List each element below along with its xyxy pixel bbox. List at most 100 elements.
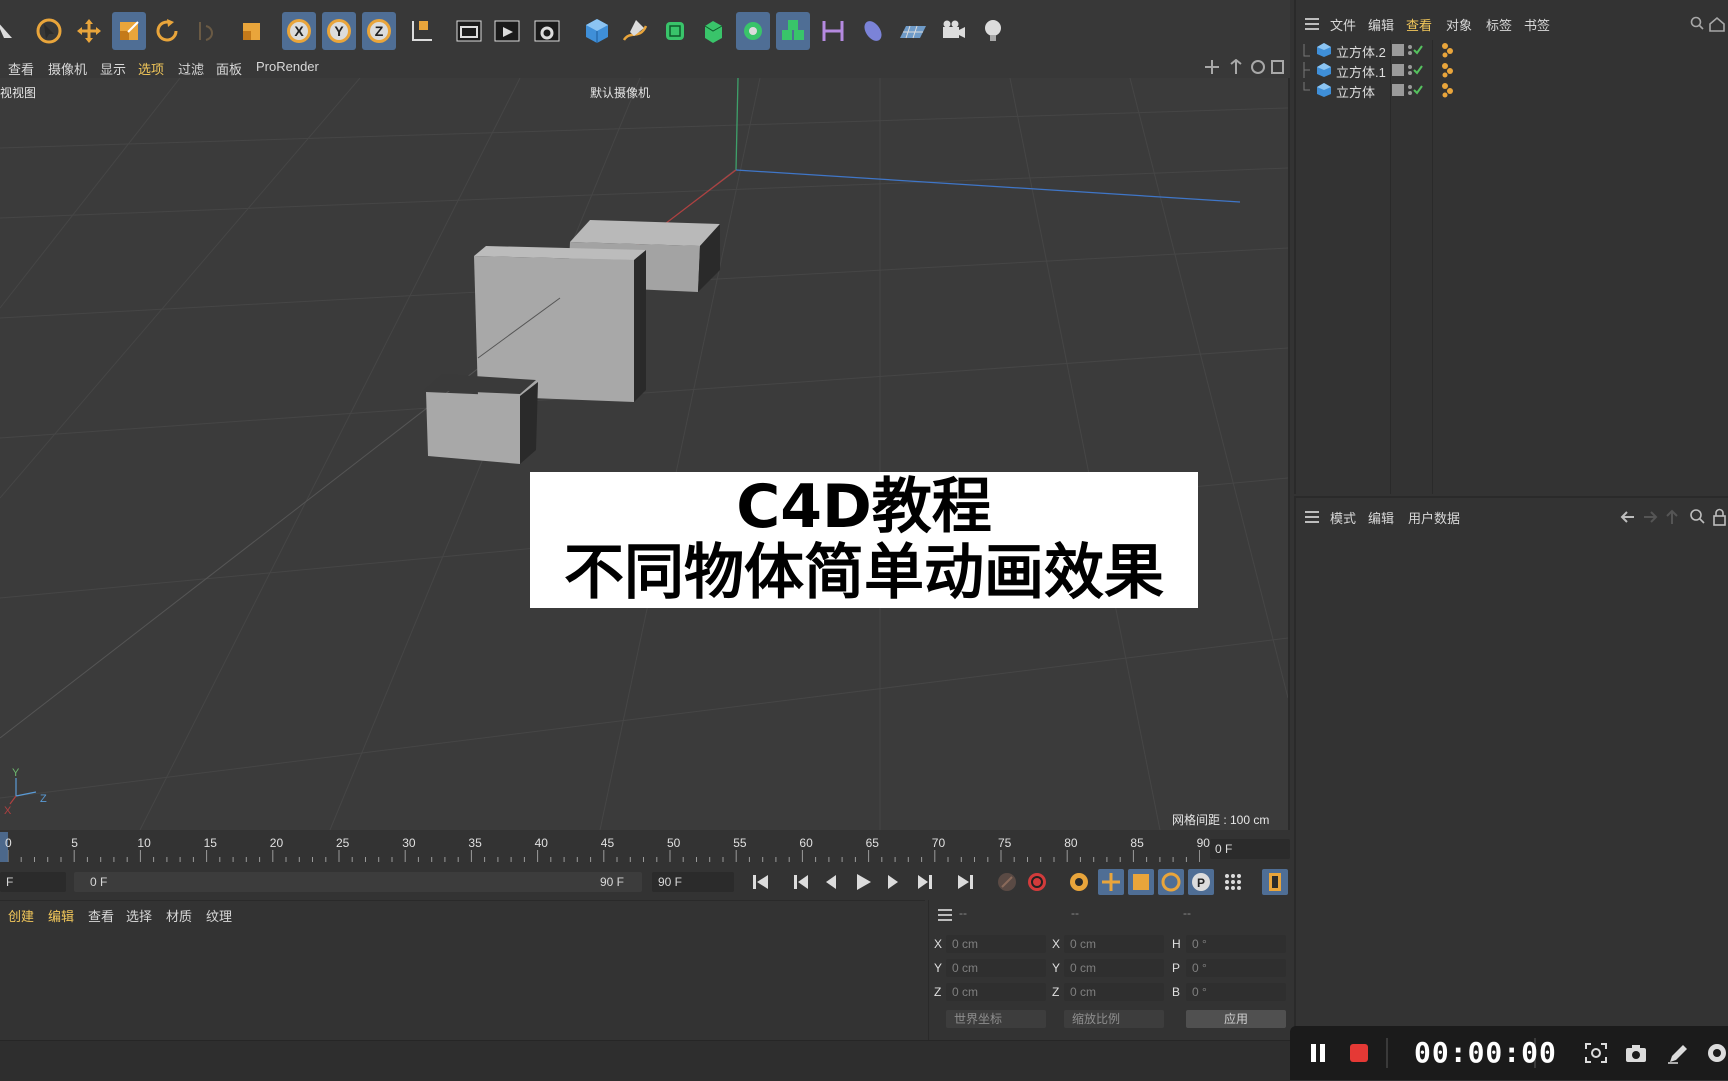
world-coordinates-select[interactable]: 世界坐标 bbox=[946, 1010, 1046, 1028]
material-menu-view[interactable]: 查看 bbox=[88, 906, 114, 925]
viewport-menu-filter[interactable]: 过滤 bbox=[178, 59, 204, 78]
visibility-toggles-icon[interactable] bbox=[1392, 42, 1442, 58]
hamburger-menu-icon[interactable] bbox=[1304, 510, 1320, 524]
tag-icon[interactable] bbox=[1440, 42, 1456, 58]
viewport-menu-camera[interactable]: 摄像机 bbox=[48, 59, 87, 78]
stop-record-icon[interactable] bbox=[1348, 1042, 1370, 1064]
material-menu-material[interactable]: 材质 bbox=[166, 906, 192, 925]
viewport-menu-view[interactable]: 查看 bbox=[8, 59, 34, 78]
viewport-nav-icons[interactable] bbox=[1204, 59, 1284, 75]
rotation-b-field[interactable]: 0 ° bbox=[1186, 983, 1286, 1001]
y-axis-lock-icon[interactable]: Y bbox=[322, 12, 356, 50]
pause-icon[interactable] bbox=[1308, 1042, 1328, 1064]
perspective-viewport[interactable]: Y Z X bbox=[0, 78, 1290, 830]
go-to-start-icon[interactable] bbox=[748, 869, 774, 895]
material-menu-edit[interactable]: 编辑 bbox=[48, 906, 74, 925]
key-scale-icon[interactable] bbox=[1128, 869, 1154, 895]
prev-frame-icon[interactable] bbox=[818, 869, 844, 895]
hamburger-menu-icon[interactable] bbox=[1304, 17, 1320, 31]
disabled-tool-icon[interactable] bbox=[190, 12, 224, 50]
timeline-ruler[interactable]: 0 5 10 15 20 25 30 35 40 45 50 55 60 65 70 75 80 85 90 bbox=[0, 830, 1290, 866]
rotate-icon[interactable] bbox=[150, 12, 184, 50]
size-z-field[interactable]: 0 cm bbox=[1064, 983, 1164, 1001]
draw-pen-icon[interactable] bbox=[1666, 1042, 1690, 1064]
visibility-toggles-icon[interactable] bbox=[1392, 62, 1442, 78]
next-key-icon[interactable] bbox=[912, 869, 938, 895]
object-row-cube-2[interactable]: 立方体.2 bbox=[1300, 40, 1720, 60]
material-menu-select[interactable]: 选择 bbox=[126, 906, 152, 925]
objmgr-menu-file[interactable]: 文件 bbox=[1330, 15, 1356, 34]
size-y-field[interactable]: 0 cm bbox=[1064, 959, 1164, 977]
object-row-cube-1[interactable]: 立方体.1 bbox=[1300, 60, 1720, 80]
end-frame-field[interactable]: 90 F bbox=[652, 872, 734, 892]
viewport-menu-display[interactable]: 显示 bbox=[100, 59, 126, 78]
current-frame-field[interactable]: 0 F bbox=[1210, 839, 1290, 859]
position-x-field[interactable]: 0 cm bbox=[946, 935, 1046, 953]
scale-mode-select[interactable]: 缩放比例 bbox=[1064, 1010, 1164, 1028]
attrmgr-menu-userdata[interactable]: 用户数据 bbox=[1408, 508, 1460, 527]
rotation-p-field[interactable]: 0 ° bbox=[1186, 959, 1286, 977]
object-name[interactable]: 立方体 bbox=[1336, 82, 1375, 101]
object-name[interactable]: 立方体.1 bbox=[1336, 62, 1386, 81]
key-rotation-icon[interactable] bbox=[1158, 869, 1184, 895]
size-x-field[interactable]: 0 cm bbox=[1064, 935, 1164, 953]
camera-icon[interactable] bbox=[936, 12, 970, 50]
subdivision-icon[interactable] bbox=[658, 12, 692, 50]
field-icon[interactable] bbox=[856, 12, 890, 50]
attrmgr-menu-edit[interactable]: 编辑 bbox=[1368, 508, 1394, 527]
mograph-icon[interactable] bbox=[816, 12, 850, 50]
objmgr-menu-objects[interactable]: 对象 bbox=[1446, 15, 1472, 34]
floor-icon[interactable] bbox=[896, 12, 930, 50]
record-disabled-icon[interactable] bbox=[994, 869, 1020, 895]
position-y-field[interactable]: 0 cm bbox=[946, 959, 1046, 977]
material-list-area[interactable] bbox=[0, 925, 925, 1040]
tag-icon[interactable] bbox=[1440, 62, 1456, 78]
key-pla-icon[interactable] bbox=[1220, 869, 1246, 895]
pen-spline-icon[interactable] bbox=[618, 12, 652, 50]
keyframe-selection-icon[interactable] bbox=[1066, 869, 1092, 895]
x-axis-lock-icon[interactable]: X bbox=[282, 12, 316, 50]
key-parameter-icon[interactable]: P bbox=[1188, 869, 1214, 895]
tag-icon[interactable] bbox=[1440, 82, 1456, 98]
play-icon[interactable] bbox=[850, 869, 876, 895]
hamburger-menu-icon[interactable] bbox=[937, 908, 953, 922]
render-view-icon[interactable] bbox=[452, 12, 486, 50]
auto-key-icon[interactable] bbox=[1024, 869, 1050, 895]
object-row-cube[interactable]: 立方体 bbox=[1300, 80, 1720, 100]
z-axis-lock-icon[interactable]: Z bbox=[362, 12, 396, 50]
visibility-toggles-icon[interactable] bbox=[1392, 82, 1442, 98]
viewport-menu-options[interactable]: 选项 bbox=[138, 59, 164, 78]
extrude-icon[interactable] bbox=[696, 12, 730, 50]
start-frame-field[interactable]: F bbox=[0, 872, 66, 892]
arrow-icon[interactable] bbox=[0, 12, 24, 50]
render-settings-icon[interactable] bbox=[530, 12, 564, 50]
go-to-end-icon[interactable] bbox=[952, 869, 978, 895]
objmgr-menu-bookmarks[interactable]: 书签 bbox=[1524, 15, 1550, 34]
viewport-menu-prorender[interactable]: ProRender bbox=[256, 59, 319, 74]
screenshot-region-icon[interactable] bbox=[1584, 1042, 1608, 1064]
rotation-h-field[interactable]: 0 ° bbox=[1186, 935, 1286, 953]
render-picture-queue-icon[interactable] bbox=[490, 12, 524, 50]
deformer-icon[interactable] bbox=[736, 12, 770, 50]
timeline-icon[interactable] bbox=[1262, 869, 1288, 895]
key-position-icon[interactable] bbox=[1098, 869, 1124, 895]
attrmgr-menu-mode[interactable]: 模式 bbox=[1330, 508, 1356, 527]
material-menu-texture[interactable]: 纹理 bbox=[206, 906, 232, 925]
viewport-menu-panel[interactable]: 面板 bbox=[216, 59, 242, 78]
objmgr-menu-edit[interactable]: 编辑 bbox=[1368, 15, 1394, 34]
objmgr-menu-view[interactable]: 查看 bbox=[1406, 15, 1432, 34]
prev-key-icon[interactable] bbox=[788, 869, 814, 895]
objmgr-search-home-icons[interactable] bbox=[1690, 16, 1726, 32]
cube-icon[interactable] bbox=[580, 12, 614, 50]
scale-icon[interactable] bbox=[112, 12, 146, 50]
camera-capture-icon[interactable] bbox=[1624, 1042, 1648, 1064]
preview-range-slider[interactable]: 0 F 90 F bbox=[74, 872, 642, 892]
position-z-field[interactable]: 0 cm bbox=[946, 983, 1046, 1001]
light-icon[interactable] bbox=[976, 12, 1010, 50]
move-icon[interactable] bbox=[72, 12, 106, 50]
material-menu-create[interactable]: 创建 bbox=[8, 906, 34, 925]
recorder-menu-icon[interactable] bbox=[1706, 1042, 1728, 1064]
object-name[interactable]: 立方体.2 bbox=[1336, 42, 1386, 61]
last-tool-icon[interactable] bbox=[234, 12, 268, 50]
array-icon[interactable] bbox=[776, 12, 810, 50]
